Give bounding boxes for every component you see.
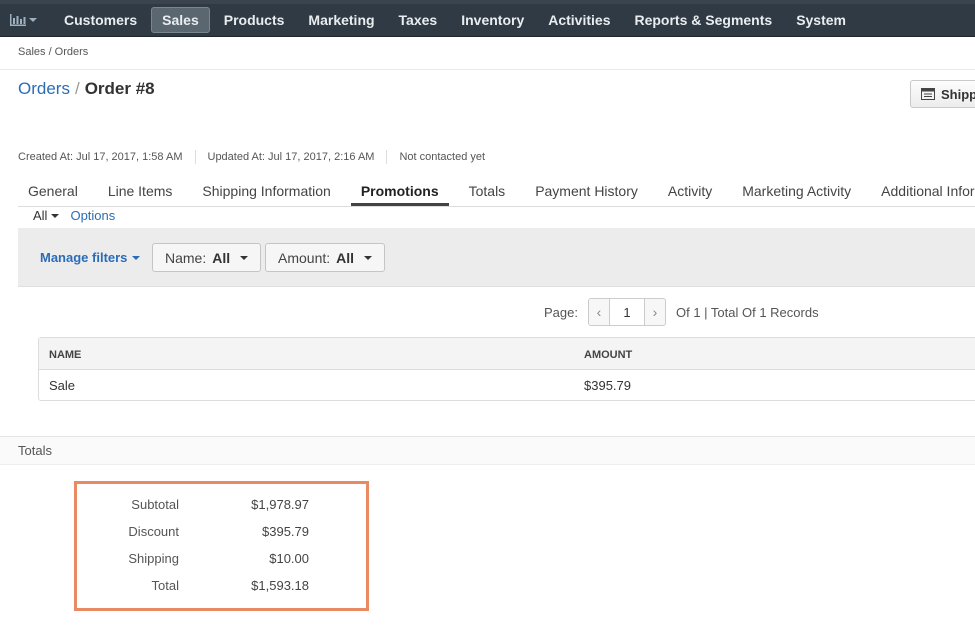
pager: Page: ‹ 1 › Of 1 | Total Of 1 Records: [544, 298, 819, 326]
chevron-down-icon: [240, 255, 249, 260]
pager-label: Page:: [544, 304, 578, 320]
tab-shipping-information[interactable]: Shipping Information: [192, 180, 340, 206]
tab-activity[interactable]: Activity: [658, 180, 722, 206]
totals-label: Discount: [128, 524, 179, 539]
cell-name: Sale: [49, 378, 76, 393]
created-at: Created At: Jul 17, 2017, 1:58 AM: [18, 151, 183, 163]
pager-control: ‹ 1 ›: [587, 298, 666, 326]
amount-filter-value: All: [336, 249, 355, 266]
chevron-down-icon: [51, 213, 60, 218]
amount-filter-label: Amount:: [278, 249, 331, 266]
totals-section-header: Totals: [0, 436, 975, 465]
totals-heading: Totals: [18, 443, 52, 458]
name-filter-label: Name:: [165, 249, 207, 266]
tab-general[interactable]: General: [18, 180, 88, 206]
main-nav: Customers Sales Products Marketing Taxes…: [54, 7, 860, 33]
cell-amount: $395.79: [584, 378, 631, 393]
bar-chart-icon: [10, 14, 26, 26]
nav-item-inventory[interactable]: Inventory: [451, 7, 534, 33]
totals-value: $10.00: [269, 551, 309, 566]
column-header-amount[interactable]: AMOUNT: [584, 349, 632, 361]
nav-item-products[interactable]: Products: [214, 7, 295, 33]
table-header: NAME AMOUNT: [39, 338, 975, 370]
view-selector-row: All Options: [33, 208, 115, 223]
name-filter-value: All: [212, 249, 231, 266]
title-separator: /: [74, 79, 80, 98]
nav-item-system[interactable]: System: [786, 7, 856, 33]
filter-bar: Manage filters Name: All Amount: All: [18, 228, 975, 287]
table-row[interactable]: Sale $395.79: [39, 370, 975, 401]
tab-line-items[interactable]: Line Items: [98, 180, 183, 206]
amount-filter-button[interactable]: Amount: All: [265, 243, 386, 272]
chevron-left-icon[interactable]: ‹: [589, 299, 609, 325]
totals-value: $1,978.97: [251, 497, 309, 512]
nav-item-sales[interactable]: Sales: [151, 7, 210, 33]
top-navigation: Customers Sales Products Marketing Taxes…: [0, 0, 975, 37]
chevron-down-icon: [29, 18, 37, 22]
list-icon: [921, 88, 935, 100]
tab-marketing-activity[interactable]: Marketing Activity: [732, 180, 861, 206]
page-number-input[interactable]: 1: [608, 299, 645, 325]
tab-payment-history[interactable]: Payment History: [525, 180, 648, 206]
column-header-name[interactable]: NAME: [49, 349, 81, 361]
view-all-dropdown[interactable]: All: [33, 208, 60, 223]
breadcrumb[interactable]: Sales / Orders: [18, 46, 88, 58]
title-order-number: Order #8: [84, 79, 155, 98]
order-meta: Created At: Jul 17, 2017, 1:58 AM Update…: [18, 150, 497, 164]
totals-label: Subtotal: [131, 497, 179, 512]
nav-item-customers[interactable]: Customers: [54, 7, 147, 33]
chevron-down-icon: [132, 255, 141, 260]
nav-top-stripe: [0, 0, 975, 4]
name-filter-button[interactable]: Name: All: [152, 243, 262, 272]
options-link[interactable]: Options: [70, 208, 115, 223]
nav-item-activities[interactable]: Activities: [538, 7, 620, 33]
promotions-table: NAME AMOUNT Sale $395.79: [38, 337, 975, 401]
manage-filters-button[interactable]: Manage filters: [40, 250, 141, 265]
tab-promotions[interactable]: Promotions: [350, 180, 449, 206]
totals-label: Total: [151, 578, 179, 593]
tab-additional-information[interactable]: Additional Information: [871, 180, 975, 206]
manage-filters-label: Manage filters: [40, 250, 128, 265]
chevron-down-icon: [364, 255, 373, 260]
pager-info: Of 1 | Total Of 1 Records: [675, 304, 819, 320]
shipping-button[interactable]: Shipp: [910, 80, 975, 108]
nav-item-reports-segments[interactable]: Reports & Segments: [624, 7, 782, 33]
updated-at: Updated At: Jul 17, 2017, 2:16 AM: [194, 150, 387, 164]
shipping-button-label: Shipp: [941, 86, 975, 102]
totals-value: $395.79: [262, 524, 309, 539]
totals-label: Shipping: [128, 551, 179, 566]
nav-item-marketing[interactable]: Marketing: [298, 7, 384, 33]
page-title: Orders / Order #8: [18, 79, 155, 99]
dashboard-menu-button[interactable]: [10, 11, 44, 29]
totals-summary-highlight: Subtotal $1,978.97 Discount $395.79 Ship…: [74, 481, 369, 611]
nav-item-taxes[interactable]: Taxes: [389, 7, 448, 33]
breadcrumb-divider: [0, 69, 975, 70]
chevron-right-icon[interactable]: ›: [645, 299, 665, 325]
contact-status: Not contacted yet: [386, 150, 497, 164]
order-tabs: General Line Items Shipping Information …: [18, 180, 975, 207]
title-orders-link[interactable]: Orders: [18, 79, 70, 98]
totals-value: $1,593.18: [251, 578, 309, 593]
view-all-label: All: [33, 208, 48, 223]
tab-totals[interactable]: Totals: [459, 180, 516, 206]
